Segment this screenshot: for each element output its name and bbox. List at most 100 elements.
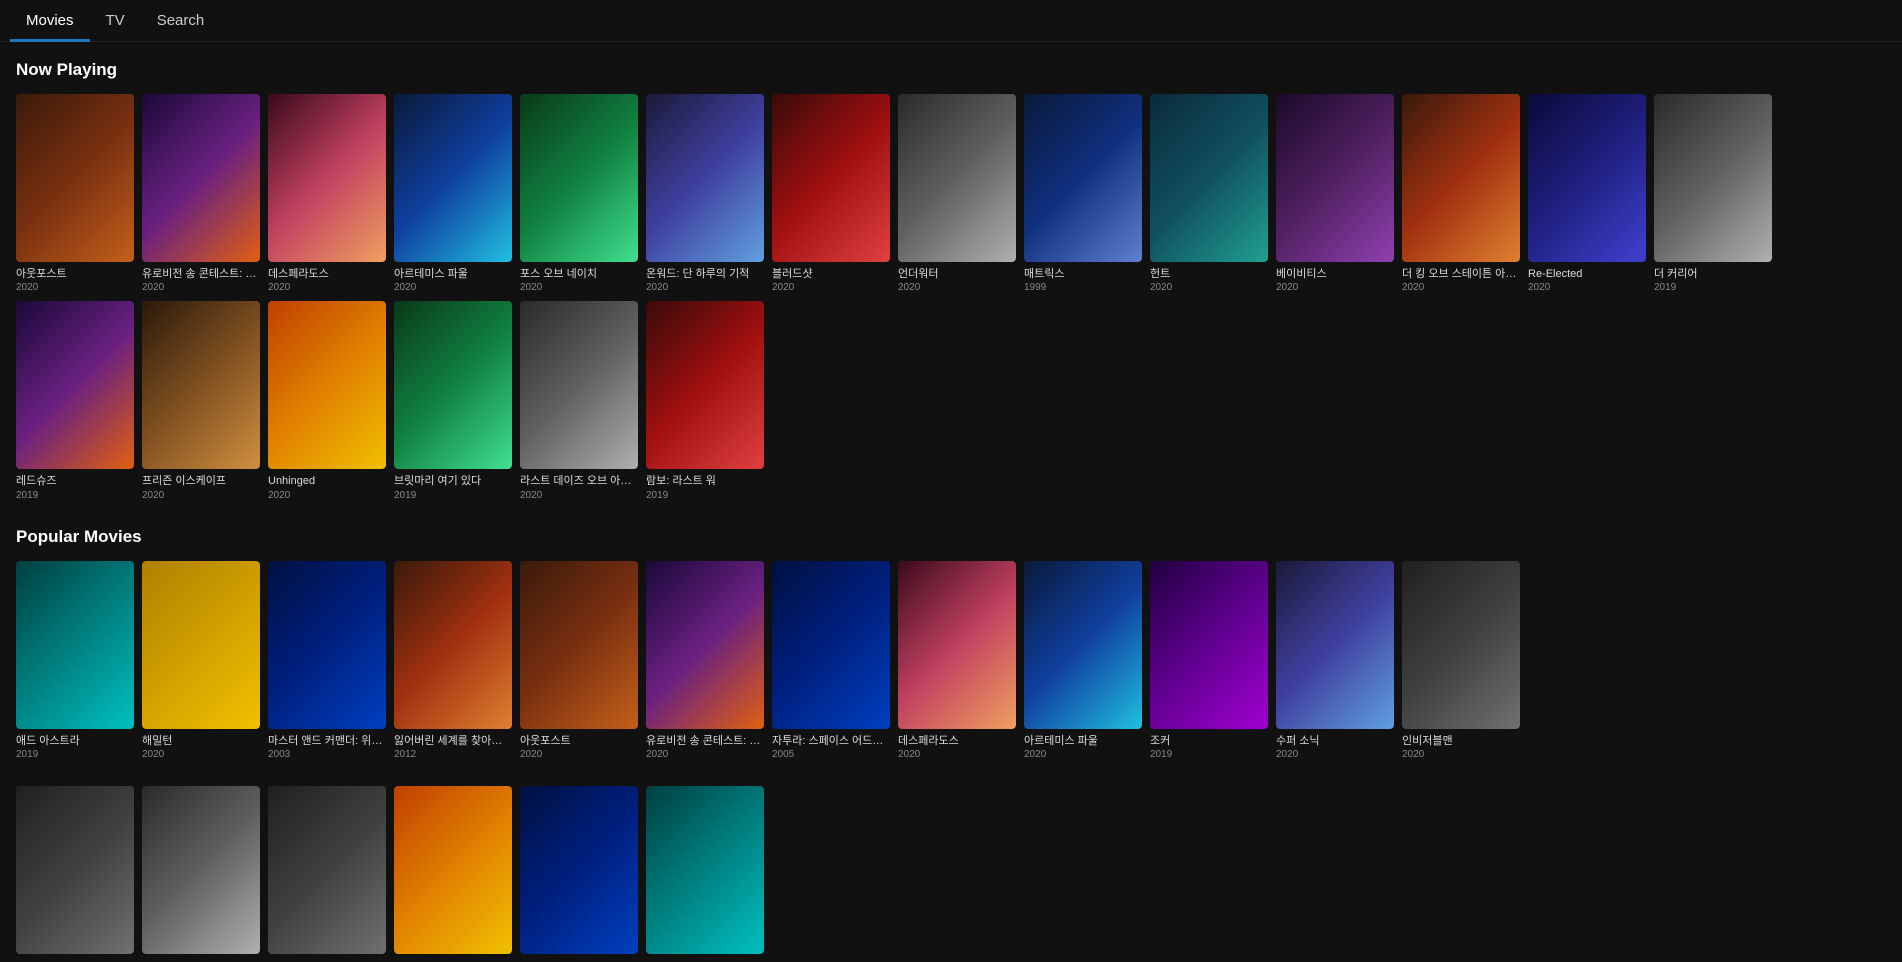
movie-poster-image (1528, 94, 1646, 262)
movie-year: 2020 (520, 282, 638, 293)
movie-card[interactable] (646, 786, 764, 954)
movie-card[interactable]: 라스트 데이즈 오브 아메리칸 크라...2020 (520, 301, 638, 500)
movie-poster-image (898, 94, 1016, 262)
movie-year: 2019 (16, 490, 134, 501)
movie-title: 아르테미스 파울 (394, 267, 512, 281)
movie-poster (646, 94, 764, 262)
movie-card[interactable]: 베이비티스2020 (1276, 94, 1394, 293)
movie-card[interactable]: 포스 오브 네이치2020 (520, 94, 638, 293)
movie-year: 2020 (646, 749, 764, 760)
movie-title: 매트릭스 (1024, 267, 1142, 281)
nav-search[interactable]: Search (141, 0, 221, 42)
movie-year: 2020 (898, 749, 1016, 760)
movie-poster-image (1276, 561, 1394, 729)
movie-year: 2020 (1276, 749, 1394, 760)
movie-card[interactable]: 아웃포스트2020 (16, 94, 134, 293)
movie-card[interactable]: 조커2019 (1150, 561, 1268, 760)
movie-title: 언더워터 (898, 267, 1016, 281)
movie-year: 2020 (1150, 282, 1268, 293)
movie-poster (772, 561, 890, 729)
movie-card[interactable]: 인비저블맨2020 (1402, 561, 1520, 760)
movie-poster-image (1402, 561, 1520, 729)
movie-poster (1528, 94, 1646, 262)
movie-card[interactable]: 레드슈즈2019 (16, 301, 134, 500)
movie-card[interactable] (520, 786, 638, 954)
movie-title: 헌트 (1150, 267, 1268, 281)
movie-card[interactable]: 수퍼 소닉2020 (1276, 561, 1394, 760)
movie-title: 애드 아스트라 (16, 734, 134, 748)
movie-card[interactable]: 유로비전 송 콘테스트: 파이어 차...2020 (646, 561, 764, 760)
movie-card[interactable]: 헌트2020 (1150, 94, 1268, 293)
movie-card[interactable]: 아르테미스 파울2020 (394, 94, 512, 293)
movie-title: Re-Elected (1528, 267, 1646, 281)
movie-poster-image (520, 94, 638, 262)
main-content: Now Playing아웃포스트2020유로비전 송 콘테스트: 파이어 차..… (0, 42, 1902, 962)
movie-card[interactable]: 람보: 라스트 워2019 (646, 301, 764, 500)
movie-card[interactable]: 자투라: 스페이스 어드벤처2005 (772, 561, 890, 760)
movie-year: 2020 (1276, 282, 1394, 293)
movie-card[interactable] (394, 786, 512, 954)
movie-poster (268, 561, 386, 729)
movie-card[interactable]: 더 커리어2019 (1654, 94, 1772, 293)
movie-poster-image (646, 94, 764, 262)
movie-year: 2020 (772, 282, 890, 293)
movie-poster-image (898, 561, 1016, 729)
movie-card[interactable]: 블러드샷2020 (772, 94, 890, 293)
movie-title: 데스페라도스 (268, 267, 386, 281)
movie-year: 2020 (142, 490, 260, 501)
movie-card[interactable]: 아르테미스 파울2020 (1024, 561, 1142, 760)
movie-year: 2019 (1150, 749, 1268, 760)
movie-year: 2020 (1528, 282, 1646, 293)
movie-card[interactable]: 잃어버린 세계를 찾아서 2: 신비...2012 (394, 561, 512, 760)
movie-card[interactable]: 언더워터2020 (898, 94, 1016, 293)
movie-year: 1999 (1024, 282, 1142, 293)
movie-poster (268, 94, 386, 262)
movie-title: 조커 (1150, 734, 1268, 748)
movie-year: 2020 (142, 749, 260, 760)
movie-card[interactable]: 마스터 앤드 커맨더: 위대한 정복...2003 (268, 561, 386, 760)
movie-card[interactable]: 데스페라도스2020 (898, 561, 1016, 760)
movie-card[interactable]: 브릿마리 여기 있다2019 (394, 301, 512, 500)
movie-year: 2019 (394, 490, 512, 501)
movie-card[interactable]: 데스페라도스2020 (268, 94, 386, 293)
movie-poster (1024, 94, 1142, 262)
movie-poster (1654, 94, 1772, 262)
movie-card[interactable]: Unhinged2020 (268, 301, 386, 500)
movie-year: 2020 (268, 490, 386, 501)
movie-card[interactable]: 유로비전 송 콘테스트: 파이어 차...2020 (142, 94, 260, 293)
section-more-movies (0, 768, 1902, 962)
section-title-popular-movies: Popular Movies (16, 527, 1886, 547)
movie-poster (142, 301, 260, 469)
movie-card[interactable]: 프리즌 이스케이프2020 (142, 301, 260, 500)
movie-poster-image (142, 561, 260, 729)
movie-card[interactable]: Re-Elected2020 (1528, 94, 1646, 293)
movie-poster (646, 561, 764, 729)
movie-poster (394, 94, 512, 262)
movie-poster-image (142, 786, 260, 954)
movie-year: 2020 (394, 282, 512, 293)
movie-card[interactable] (16, 786, 134, 954)
movie-card[interactable]: 아웃포스트2020 (520, 561, 638, 760)
movie-poster (520, 561, 638, 729)
nav-tv[interactable]: TV (90, 0, 141, 42)
movie-poster (772, 94, 890, 262)
movie-card[interactable]: 애드 아스트라2019 (16, 561, 134, 760)
movie-title: 잃어버린 세계를 찾아서 2: 신비... (394, 734, 512, 748)
movie-poster-image (520, 786, 638, 954)
movie-card[interactable]: 온워드: 단 하루의 기적2020 (646, 94, 764, 293)
movie-card[interactable]: 매트릭스1999 (1024, 94, 1142, 293)
movie-title: 베이비티스 (1276, 267, 1394, 281)
movie-card[interactable] (142, 786, 260, 954)
movie-year: 2005 (772, 749, 890, 760)
movie-poster (268, 301, 386, 469)
movie-card[interactable]: 해밀턴2020 (142, 561, 260, 760)
nav-movies[interactable]: Movies (10, 0, 90, 42)
movie-title: 라스트 데이즈 오브 아메리칸 크라... (520, 474, 638, 488)
movie-year: 2020 (1402, 282, 1520, 293)
movie-card[interactable]: 더 킹 오브 스테이튼 아일랜드2020 (1402, 94, 1520, 293)
movie-year: 2020 (646, 282, 764, 293)
movie-card[interactable] (268, 786, 386, 954)
movie-poster-image (646, 301, 764, 469)
movie-poster-image (142, 301, 260, 469)
movie-poster (16, 94, 134, 262)
